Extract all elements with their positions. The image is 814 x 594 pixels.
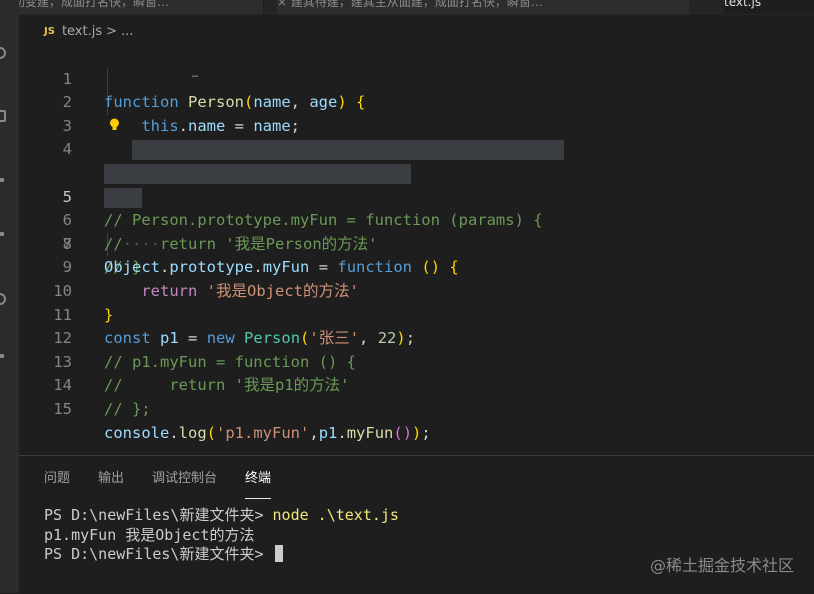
terminal-output: p1.myFun 我是Object的方法	[44, 525, 255, 544]
selection-highlight	[104, 164, 411, 184]
editor-tab-bar: 功变建，成面打名快，瞬窗… × 建其待建，建其主从面建，成面打名快，瞬窗… te…	[19, 0, 814, 15]
remote-icon[interactable]	[0, 354, 4, 358]
editor-tab[interactable]: 功变建，成面打名快，瞬窗…	[19, 0, 264, 14]
editor-tab-active[interactable]: text.js	[724, 0, 814, 14]
code-line: 4 }	[19, 115, 814, 182]
code-line: 7 // }	[19, 186, 814, 276]
terminal-cursor	[274, 545, 283, 562]
code-line: 10 }	[19, 256, 814, 324]
selection-highlight	[132, 140, 564, 161]
code-line: 12 // p1.myFun = function () {	[19, 304, 814, 371]
chevron-right-icon: >	[106, 24, 118, 39]
code-line: 1 function Person(name, age) { …	[19, 44, 814, 111]
code-line: 15 console.log('p1.myFun',p1.myFun());	[19, 374, 814, 442]
source-control-icon[interactable]	[0, 178, 4, 182]
code-line: 13 // return '我是p1的方法'	[19, 327, 814, 395]
terminal-prompt: PS D:\newFiles\新建文件夹>	[44, 506, 264, 524]
terminal-command: node .\text.js	[272, 506, 399, 524]
editor-tab[interactable]: × 建其待建，建其主从面建，成面打名快，瞬窗…	[277, 0, 689, 14]
selection-highlight	[104, 187, 142, 208]
explorer-icon[interactable]	[0, 47, 6, 59]
code-line: 3 this.age = age;	[19, 91, 814, 159]
tab-output[interactable]: 输出	[98, 466, 124, 499]
code-line: 2 this.name = name;	[19, 68, 814, 135]
watermark: @稀土掘金技术社区	[649, 556, 794, 575]
code-line: 8 Object.prototype.myFun = function () {	[19, 209, 814, 277]
code-editor[interactable]: 1 function Person(name, age) { … 2 this.…	[19, 44, 814, 449]
extensions-icon[interactable]	[0, 232, 4, 236]
code-line: 14 // };	[19, 351, 814, 418]
code-line: 5 // Person.prototype.myFun = function (…	[19, 138, 814, 229]
tab-debug-console[interactable]: 调试控制台	[152, 466, 217, 499]
line-number: 15	[53, 399, 72, 418]
code-line: 11 const p1 = new Person('张三', 22);	[19, 280, 814, 348]
terminal[interactable]: PS D:\newFiles\新建文件夹> node .\text.js p1.…	[44, 506, 399, 565]
bottom-panel: 问题 输出 调试控制台 终端 PS D:\newFiles\新建文件夹> nod…	[19, 455, 814, 594]
debug-icon[interactable]	[0, 293, 6, 305]
panel-tabs: 问题 输出 调试控制台 终端	[44, 466, 299, 499]
search-icon[interactable]	[0, 110, 6, 122]
breadcrumb-symbol[interactable]: ...	[121, 24, 133, 39]
code-line: 9 return '我是Object的方法'	[19, 233, 814, 300]
tab-problems[interactable]: 问题	[44, 466, 70, 499]
tab-terminal[interactable]: 终端	[245, 466, 272, 499]
code-line: 6 //····return '我是Person的方法'	[19, 162, 814, 253]
lightbulb-icon[interactable]	[109, 118, 120, 131]
activity-bar	[0, 0, 19, 593]
breadcrumb-file[interactable]: text.js	[62, 24, 102, 39]
terminal-prompt: PS D:\newFiles\新建文件夹>	[44, 545, 264, 563]
js-file-icon: JS	[44, 26, 55, 37]
